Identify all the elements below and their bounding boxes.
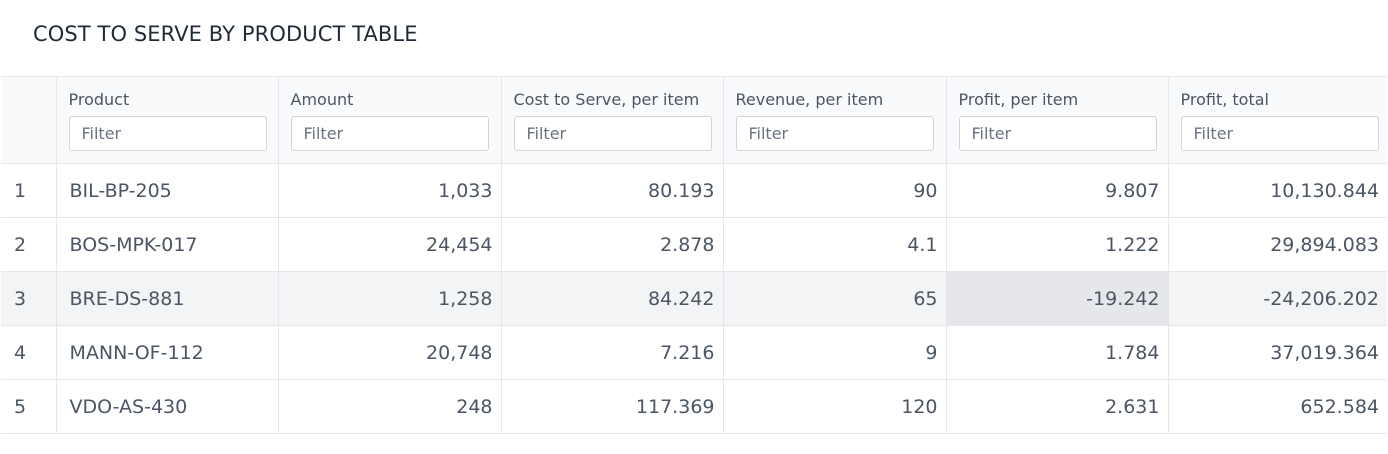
filter-input-profit-item[interactable] bbox=[958, 116, 1157, 151]
cell-cost[interactable]: 117.369 bbox=[500, 379, 724, 434]
page-title: COST TO SERVE BY PRODUCT TABLE bbox=[33, 22, 418, 46]
cell-revenue[interactable]: 120 bbox=[722, 379, 947, 434]
cell-profit-total[interactable]: 652.584 bbox=[1167, 379, 1387, 434]
cell-amount[interactable]: 24,454 bbox=[277, 217, 502, 272]
cell-profit-total[interactable]: 37,019.364 bbox=[1167, 325, 1387, 380]
column-label-cost[interactable]: Cost to Serve, per item bbox=[514, 90, 711, 109]
cell-amount[interactable]: 248 bbox=[277, 379, 502, 434]
cell-profit-item[interactable]: 2.631 bbox=[945, 379, 1169, 434]
cell-revenue[interactable]: 4.1 bbox=[722, 217, 947, 272]
table-row[interactable]: 1 BIL-BP-205 1,033 80.193 90 9.807 10,13… bbox=[1, 163, 1387, 218]
column-label-product[interactable]: Product bbox=[69, 90, 266, 109]
column-header-profit-total: Profit, total bbox=[1167, 76, 1387, 164]
cell-profit-total[interactable]: 29,894.083 bbox=[1167, 217, 1387, 272]
row-index: 4 bbox=[1, 325, 57, 380]
column-label-revenue[interactable]: Revenue, per item bbox=[736, 90, 934, 109]
row-index: 1 bbox=[1, 163, 57, 218]
cell-profit-item[interactable]: 1.222 bbox=[945, 217, 1169, 272]
row-index: 2 bbox=[1, 217, 57, 272]
cell-profit-total[interactable]: -24,206.202 bbox=[1167, 271, 1387, 326]
table-row[interactable]: 4 MANN-OF-112 20,748 7.216 9 1.784 37,01… bbox=[1, 325, 1387, 380]
cell-cost[interactable]: 7.216 bbox=[500, 325, 724, 380]
cell-cost[interactable]: 2.878 bbox=[500, 217, 724, 272]
cell-cost[interactable]: 80.193 bbox=[500, 163, 724, 218]
cell-product[interactable]: BIL-BP-205 bbox=[55, 163, 279, 218]
column-header-cost: Cost to Serve, per item bbox=[500, 76, 724, 164]
cell-product[interactable]: MANN-OF-112 bbox=[55, 325, 279, 380]
filter-input-cost[interactable] bbox=[513, 116, 712, 151]
filter-input-profit-total[interactable] bbox=[1180, 116, 1379, 151]
cell-product[interactable]: BOS-MPK-017 bbox=[55, 217, 279, 272]
column-label-amount[interactable]: Amount bbox=[291, 90, 489, 109]
column-header-profit-item: Profit, per item bbox=[945, 76, 1169, 164]
cell-profit-item[interactable]: 1.784 bbox=[945, 325, 1169, 380]
table-row-highlighted[interactable]: 3 BRE-DS-881 1,258 84.242 65 -19.242 -24… bbox=[1, 271, 1387, 326]
cell-amount[interactable]: 1,033 bbox=[277, 163, 502, 218]
column-header-revenue: Revenue, per item bbox=[722, 76, 947, 164]
cell-cost[interactable]: 84.242 bbox=[500, 271, 724, 326]
cell-revenue[interactable]: 9 bbox=[722, 325, 947, 380]
cell-revenue[interactable]: 90 bbox=[722, 163, 947, 218]
table-row[interactable]: 2 BOS-MPK-017 24,454 2.878 4.1 1.222 29,… bbox=[1, 217, 1387, 272]
column-header-amount: Amount bbox=[277, 76, 502, 164]
cell-profit-total[interactable]: 10,130.844 bbox=[1167, 163, 1387, 218]
cost-to-serve-table: Product Amount Cost to Serve, per item R… bbox=[1, 76, 1387, 434]
table-row[interactable]: 5 VDO-AS-430 248 117.369 120 2.631 652.5… bbox=[1, 379, 1387, 434]
column-label-profit-item[interactable]: Profit, per item bbox=[959, 90, 1156, 109]
cell-amount[interactable]: 1,258 bbox=[277, 271, 502, 326]
cell-profit-item-selected[interactable]: -19.242 bbox=[945, 271, 1169, 326]
filter-input-product[interactable] bbox=[68, 116, 267, 151]
column-label-profit-total[interactable]: Profit, total bbox=[1181, 90, 1376, 109]
cell-amount[interactable]: 20,748 bbox=[277, 325, 502, 380]
filter-input-amount[interactable] bbox=[290, 116, 489, 151]
row-index: 3 bbox=[1, 271, 57, 326]
column-header-product: Product bbox=[55, 76, 279, 164]
cell-revenue[interactable]: 65 bbox=[722, 271, 947, 326]
cell-product[interactable]: BRE-DS-881 bbox=[55, 271, 279, 326]
cell-product[interactable]: VDO-AS-430 bbox=[55, 379, 279, 434]
row-index: 5 bbox=[1, 379, 57, 434]
index-column-header bbox=[1, 76, 57, 164]
filter-input-revenue[interactable] bbox=[735, 116, 934, 151]
header-row: Product Amount Cost to Serve, per item R… bbox=[1, 76, 1387, 164]
cell-profit-item[interactable]: 9.807 bbox=[945, 163, 1169, 218]
